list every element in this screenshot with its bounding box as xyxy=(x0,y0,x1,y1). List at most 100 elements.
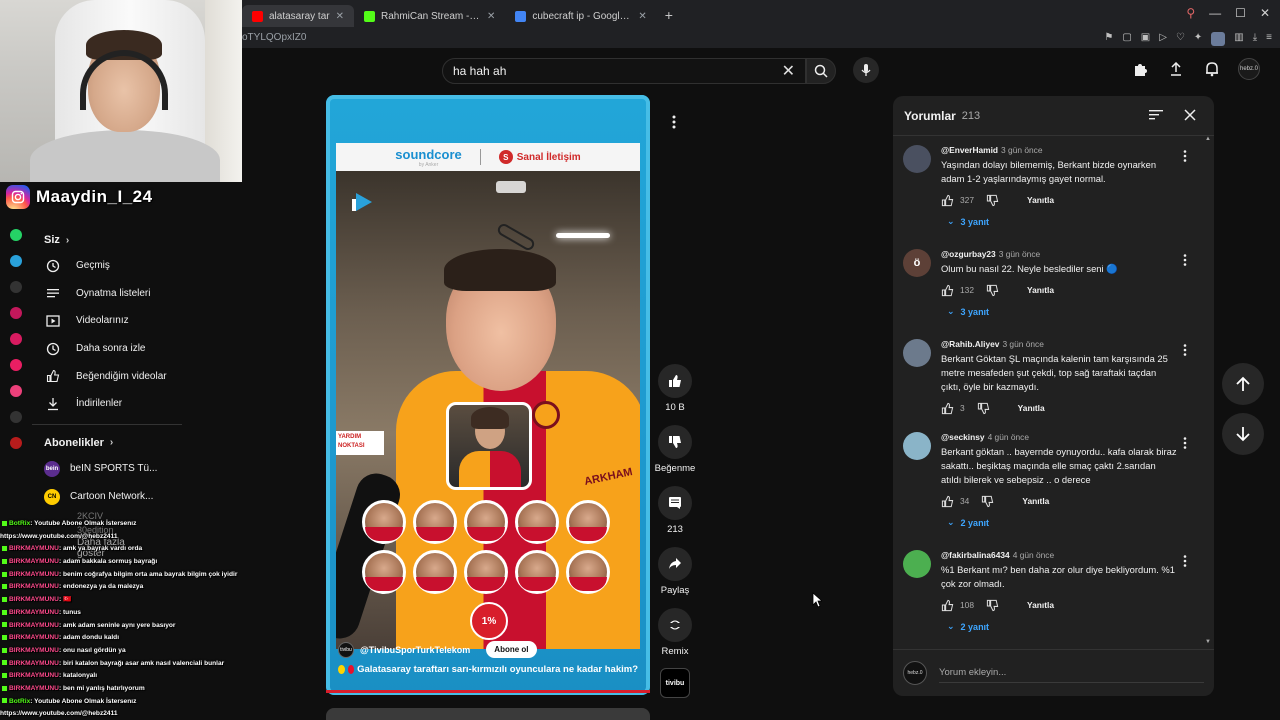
comment-more-button[interactable] xyxy=(1183,253,1187,271)
puzzle-ext-icon[interactable] xyxy=(1130,59,1150,79)
comment-dislike-button[interactable] xyxy=(977,402,990,415)
comments-list[interactable]: @EnverHamid 3 gün önce Yaşından dolayı bi… xyxy=(893,137,1214,647)
guide-item[interactable]: İndirilenler xyxy=(32,390,182,418)
chat-username[interactable]: BIRKMAYMUNU xyxy=(9,571,59,578)
reply-button[interactable]: Yanıtla xyxy=(1027,600,1054,610)
short-title[interactable]: Galatasaray taraftarı sarı-kırmızılı oyu… xyxy=(338,664,638,675)
player-face-option[interactable] xyxy=(515,550,559,594)
menu-icon[interactable]: ≡ xyxy=(1266,32,1272,46)
like-button[interactable] xyxy=(658,364,692,398)
bookmark-icon[interactable]: ⚑ xyxy=(1104,32,1113,46)
view-replies-button[interactable]: ⌄ 2 yanıt xyxy=(947,621,1177,632)
browser-tab[interactable]: alatasaray tar ✕ xyxy=(242,5,354,27)
comment-dislike-button[interactable] xyxy=(986,599,999,612)
chat-username[interactable]: BIRKMAYMUNU xyxy=(9,672,59,679)
minimize-icon[interactable]: — xyxy=(1209,6,1221,20)
comment-author[interactable]: @EnverHamid xyxy=(941,145,998,155)
url-text[interactable]: oTYLQOpxIZ0 xyxy=(242,32,306,43)
profile-icon[interactable] xyxy=(1211,32,1226,46)
tab-close-icon[interactable]: ✕ xyxy=(487,11,495,22)
scroll-up-arrow-icon[interactable]: ▲ xyxy=(1205,136,1211,142)
comment-time[interactable]: 3 gün önce xyxy=(1001,145,1042,155)
comment-time[interactable]: 4 gün önce xyxy=(988,432,1029,442)
comment-avatar[interactable] xyxy=(903,145,931,173)
comment-avatar[interactable] xyxy=(903,550,931,578)
subscribe-button[interactable]: Abone ol xyxy=(486,641,537,658)
browser-tab[interactable]: cubecraft ip - Google'da ✕ xyxy=(505,5,656,27)
player-face-option[interactable] xyxy=(413,500,457,544)
channel-avatar[interactable]: tivibu xyxy=(338,641,354,658)
remix-source-thumb[interactable]: tivibu xyxy=(660,668,690,698)
clear-search-icon[interactable]: ✕ xyxy=(782,61,795,81)
chat-username[interactable]: BIRKMAYMUNU xyxy=(9,660,59,667)
cast-icon[interactable]: ▣ xyxy=(1141,32,1150,46)
comment-more-button[interactable] xyxy=(1183,554,1187,572)
chat-username[interactable]: BIRKMAYMUNU xyxy=(9,685,59,692)
player-face-option[interactable] xyxy=(515,500,559,544)
account-avatar[interactable]: hebz.0 xyxy=(1238,58,1260,80)
player-face-option[interactable] xyxy=(362,500,406,544)
comments-button[interactable] xyxy=(658,486,692,520)
chat-username[interactable]: BotRix xyxy=(9,520,30,527)
tab-close-icon[interactable]: ✕ xyxy=(638,11,646,22)
reply-button[interactable]: Yanıtla xyxy=(1022,496,1049,506)
share-button[interactable] xyxy=(658,547,692,581)
browser-tab[interactable]: RahmiCan Stream - Watc ✕ xyxy=(354,5,505,27)
guide-item[interactable]: Geçmiş xyxy=(32,252,182,280)
comment-dislike-button[interactable] xyxy=(986,194,999,207)
add-comment-input[interactable] xyxy=(939,663,1204,683)
guide-item[interactable]: Videolarınız xyxy=(32,307,182,335)
comment-like-button[interactable] xyxy=(941,402,954,415)
comment-dislike-button[interactable] xyxy=(981,495,994,508)
comment-avatar[interactable]: ö xyxy=(903,249,931,277)
subscriptions-header[interactable]: Abonelikler › xyxy=(32,431,182,455)
comment-author[interactable]: @fakirbalina6434 xyxy=(941,550,1010,560)
channel-name[interactable]: @TivibuSporTurkTelekom xyxy=(360,645,470,655)
you-section-header[interactable]: Siz › xyxy=(32,228,182,252)
view-replies-button[interactable]: ⌄ 2 yanıt xyxy=(947,517,1177,528)
reply-button[interactable]: Yanıtla xyxy=(1027,285,1054,295)
view-replies-button[interactable]: ⌄ 3 yanıt xyxy=(947,306,1177,317)
comment-like-button[interactable] xyxy=(941,194,954,207)
chat-username[interactable]: BIRKMAYMUNU xyxy=(9,609,59,616)
music-icon[interactable] xyxy=(10,307,22,319)
player-face-option[interactable] xyxy=(362,550,406,594)
comment-time[interactable]: 3 gün önce xyxy=(999,249,1040,259)
play-icon[interactable]: ▷ xyxy=(1159,32,1167,46)
close-window-icon[interactable]: ✕ xyxy=(1260,6,1270,20)
search-button[interactable] xyxy=(806,58,836,84)
new-tab-button[interactable]: + xyxy=(657,7,681,23)
notifications-bell-icon[interactable] xyxy=(1202,59,1222,79)
chat-username[interactable]: BIRKMAYMUNU xyxy=(9,622,59,629)
dislike-button[interactable] xyxy=(658,425,692,459)
tab-search-icon[interactable]: ⚲ xyxy=(1186,6,1195,20)
comment-time[interactable]: 4 gün önce xyxy=(1013,550,1054,560)
video-progress-bar[interactable] xyxy=(326,690,650,693)
sort-comments-button[interactable] xyxy=(1149,108,1163,126)
chat-username[interactable]: BIRKMAYMUNU xyxy=(9,647,59,654)
guide-item[interactable]: Daha sonra izle xyxy=(32,335,182,363)
guide-item[interactable]: Oynatma listeleri xyxy=(32,280,182,308)
comment-author[interactable]: @seckinsy xyxy=(941,432,985,442)
next-short-preview[interactable] xyxy=(326,708,650,720)
reply-button[interactable]: Yanıtla xyxy=(1018,403,1045,413)
whatsapp-icon[interactable] xyxy=(10,229,22,241)
comment-like-button[interactable] xyxy=(941,599,954,612)
screenshot-icon[interactable]: ▢ xyxy=(1122,32,1131,46)
player-face-option[interactable] xyxy=(566,550,610,594)
comment-avatar[interactable] xyxy=(903,339,931,367)
heart-icon[interactable]: ♡ xyxy=(1176,32,1185,46)
sidebar-icon[interactable]: ▥ xyxy=(1234,32,1243,46)
player-face-option[interactable] xyxy=(464,500,508,544)
scroll-down-arrow-icon[interactable]: ▼ xyxy=(1205,639,1211,645)
chat-username[interactable]: BIRKMAYMUNU xyxy=(9,545,59,552)
comment-more-button[interactable] xyxy=(1183,149,1187,167)
chat-username[interactable]: BIRKMAYMUNU xyxy=(9,596,59,603)
comment-author[interactable]: @ozgurbay23 xyxy=(941,249,996,259)
comment-more-button[interactable] xyxy=(1183,343,1187,361)
view-replies-button[interactable]: ⌄ 3 yanıt xyxy=(947,216,1177,227)
chat-username[interactable]: BIRKMAYMUNU xyxy=(9,558,59,565)
comment-dislike-button[interactable] xyxy=(986,284,999,297)
next-short-button[interactable] xyxy=(1222,413,1264,455)
reply-button[interactable]: Yanıtla xyxy=(1027,195,1054,205)
